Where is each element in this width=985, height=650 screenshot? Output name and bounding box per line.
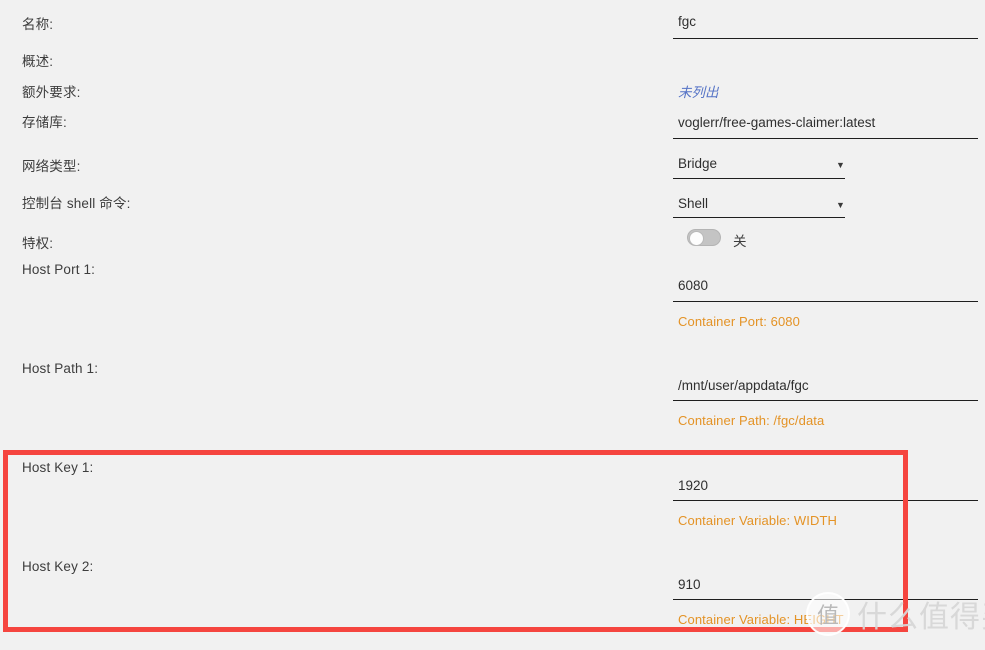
host-port-1-input-underline [673, 301, 978, 302]
label-host-key-2: Host Key 2: [22, 559, 94, 574]
host-key-2-hint: Container Variable: HEIGHT [678, 612, 844, 627]
host-key-2-input-value[interactable]: 910 [678, 577, 701, 592]
name-input-value[interactable]: fgc [678, 14, 696, 29]
privileged-toggle[interactable] [687, 229, 721, 246]
host-key-2-input-underline [673, 599, 978, 600]
label-privileged: 特权: [22, 236, 54, 251]
label-host-key-1: Host Key 1: [22, 460, 94, 475]
privileged-toggle-state: 关 [733, 234, 747, 249]
label-repository: 存储库: [22, 115, 67, 130]
host-key-1-input-value[interactable]: 1920 [678, 478, 708, 493]
network-type-select-underline [673, 178, 845, 179]
chevron-down-icon[interactable]: ▼ [836, 161, 845, 170]
host-port-1-input-value[interactable]: 6080 [678, 278, 708, 293]
label-overview: 概述: [22, 54, 54, 69]
host-path-1-input-underline [673, 400, 978, 401]
host-key-1-hint: Container Variable: WIDTH [678, 513, 838, 528]
host-path-1-input-value[interactable]: /mnt/user/appdata/fgc [678, 378, 809, 393]
label-console-shell-command: 控制台 shell 命令: [22, 196, 131, 211]
label-extra-requirement: 额外要求: [22, 85, 81, 100]
console-shell-command-select-value[interactable]: Shell [678, 196, 708, 211]
repository-input-value[interactable]: voglerr/free-games-claimer:latest [678, 115, 875, 130]
chevron-down-icon[interactable]: ▼ [836, 201, 845, 210]
label-network-type: 网络类型: [22, 159, 81, 174]
host-path-1-hint: Container Path: /fgc/data [678, 413, 825, 428]
label-host-port-1: Host Port 1: [22, 262, 96, 277]
container-settings-form: 名称: fgc 概述: 额外要求: 未列出 存储库: voglerr/free-… [0, 0, 985, 650]
repository-input-underline [673, 138, 978, 139]
network-type-select-value[interactable]: Bridge [678, 156, 717, 171]
host-port-1-hint: Container Port: 6080 [678, 314, 800, 329]
console-shell-command-select-underline [673, 217, 845, 218]
extra-requirement-link[interactable]: 未列出 [678, 81, 719, 101]
name-input-underline [673, 38, 978, 39]
host-key-1-input-underline [673, 500, 978, 501]
toggle-knob [689, 231, 704, 246]
annotation-highlight-box [3, 450, 908, 632]
label-name: 名称: [22, 17, 54, 32]
label-host-path-1: Host Path 1: [22, 361, 99, 376]
